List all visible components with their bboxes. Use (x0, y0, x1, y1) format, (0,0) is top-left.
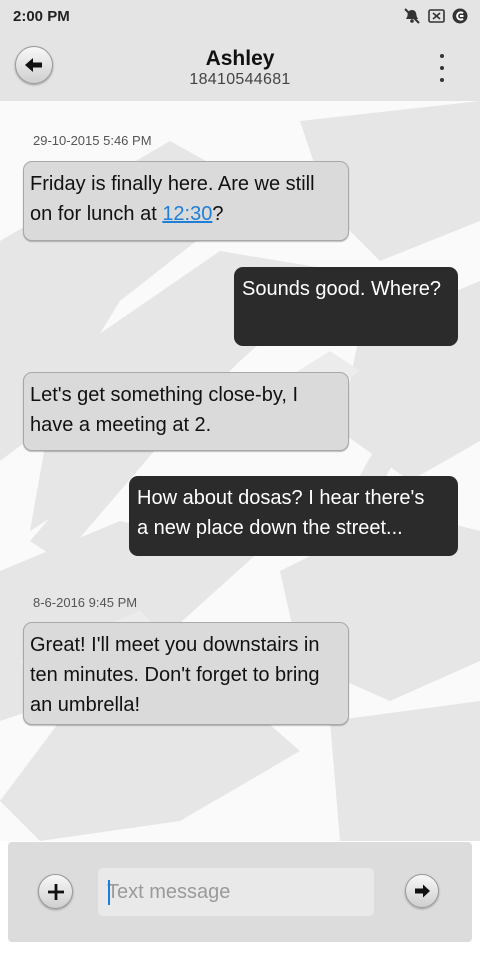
contact-number: 18410544681 (189, 71, 291, 88)
message-timestamp: 8-6-2016 9:45 PM (33, 595, 138, 610)
message-bubble-incoming[interactable]: Let's get something close-by, I have a m… (23, 372, 349, 451)
message-timestamp: 29-10-2015 5:46 PM (33, 133, 152, 148)
message-bubble-incoming[interactable]: Friday is finally here. Are we still on … (23, 161, 349, 241)
status-bar: 2:00 PM (0, 0, 480, 34)
message-text: ten minutes. Don't forget to bring (30, 664, 320, 686)
message-time-link[interactable]: 12:30 (162, 203, 212, 225)
app-notification-icon (452, 8, 468, 24)
message-text: on for lunch at 12:30? (30, 203, 224, 225)
composer-bar (8, 842, 472, 942)
message-bubble-outgoing[interactable]: How about dosas? I hear there's a new pl… (129, 476, 458, 556)
message-bubble-incoming[interactable]: Great! I'll meet you downstairs in ten m… (23, 622, 349, 725)
send-button[interactable] (405, 874, 439, 908)
more-vertical-icon (440, 54, 444, 58)
message-text: a new place down the street... (137, 517, 403, 539)
message-text: Great! I'll meet you downstairs in (30, 634, 320, 656)
message-text: an umbrella! (30, 694, 141, 716)
status-icons (403, 8, 468, 24)
conversation-header: Ashley 18410544681 (0, 34, 480, 101)
arrow-right-icon (415, 884, 430, 898)
add-attachment-button[interactable] (38, 874, 73, 909)
contact-name[interactable]: Ashley (0, 47, 480, 71)
text-cursor (108, 880, 110, 905)
message-text: Sounds good. Where? (242, 278, 442, 300)
message-bubble-outgoing[interactable]: Sounds good. Where? (234, 267, 458, 346)
more-options-button[interactable] (434, 54, 450, 82)
status-time: 2:00 PM (13, 8, 70, 25)
message-text: have a meeting at 2. (30, 414, 212, 436)
message-input-container[interactable] (98, 868, 374, 916)
bottom-spacer (0, 942, 480, 960)
mute-icon (403, 8, 421, 24)
message-list[interactable]: 29-10-2015 5:46 PM Friday is finally her… (0, 101, 480, 841)
message-input[interactable] (107, 868, 374, 916)
sim-blocked-icon (428, 9, 445, 23)
message-text: Friday is finally here. Are we still (30, 173, 315, 195)
message-text: Let's get something close-by, I (30, 384, 299, 406)
message-text: How about dosas? I hear there's (137, 487, 425, 509)
plus-icon (47, 883, 64, 900)
